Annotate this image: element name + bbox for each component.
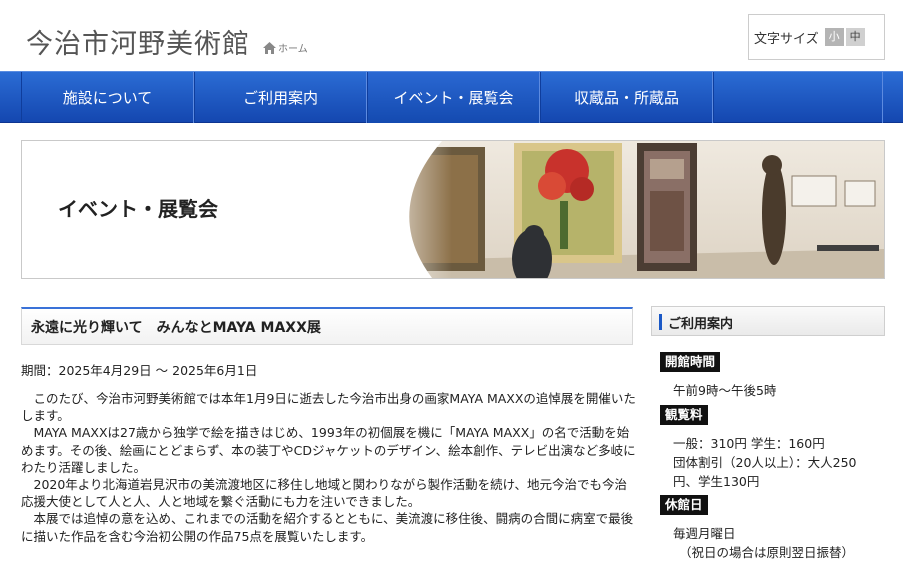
fee-badge: 観覧料: [660, 405, 708, 425]
font-size-switcher: 文字サイズ 小 中: [748, 14, 885, 60]
event-period: 期間：2025年4月29日 ～ 2025年6月1日: [21, 363, 258, 378]
sidebar-title: ご利用案内: [668, 317, 734, 332]
font-size-small-button[interactable]: 小: [824, 28, 844, 46]
nav-item-guide[interactable]: ご利用案内: [194, 72, 367, 123]
description-paragraph: 2020年より北海道岩見沢市の美流渡地区に移住し地域と関わりながら製作活動を続け…: [21, 477, 627, 510]
font-size-label: 文字サイズ: [754, 31, 819, 47]
site-header: 今治市河野美術館 ホーム 文字サイズ 小 中: [0, 0, 903, 72]
site-logo[interactable]: 今治市河野美術館: [26, 22, 250, 61]
font-size-medium-button[interactable]: 中: [845, 28, 865, 46]
nav-item-facility[interactable]: 施設について: [21, 72, 194, 123]
closed-text: （祝日の場合は原則翌日振替）: [679, 545, 855, 560]
sidebar-accent-bar: [659, 314, 662, 330]
page-title: イベント・展覧会: [58, 197, 218, 221]
nav-item-collection[interactable]: 収蔵品・所蔵品: [540, 72, 713, 123]
description-paragraph: このたび、今治市河野美術館では本年1月9日に逝去した今治市出身の画家MAYA M…: [21, 391, 636, 424]
description-paragraph: MAYA MAXXは27歳から独学で絵を描きはじめ、1993年の初個展を機に「M…: [21, 425, 636, 475]
fee-text: 円、学生130円: [673, 474, 760, 489]
description-paragraph: 本展では追悼の意を込め、これまでの活動を紹介するとともに、美流渡に移住後、闘病の…: [21, 511, 634, 544]
closed-text: 毎週月曜日: [673, 526, 736, 541]
home-icon: [263, 41, 276, 54]
global-nav: 施設について ご利用案内 イベント・展覧会 収蔵品・所蔵品: [0, 71, 903, 123]
home-link[interactable]: ホーム: [263, 40, 308, 55]
hours-badge: 開館時間: [660, 352, 721, 372]
logo-museum: 河野美術館: [110, 29, 250, 60]
home-link-label: ホーム: [278, 44, 308, 55]
page-hero-banner: イベント・展覧会: [21, 140, 885, 279]
fee-text: 団体割引（20人以上）：大人250: [673, 455, 857, 470]
closed-badge: 休館日: [660, 495, 708, 515]
nav-item-empty: [713, 72, 883, 123]
event-description: このたび、今治市河野美術館では本年1月9日に逝去した今治市出身の画家MAYA M…: [21, 390, 636, 545]
sidebar-guide: ご利用案内 開館時間 午前9時～午後5時 観覧料 一般：310円 学生：160円…: [651, 306, 885, 561]
hours-text: 午前9時～午後5時: [673, 383, 777, 398]
fee-text: 一般：310円 学生：160円: [673, 436, 825, 451]
event-heading: 永遠に光り輝いて みんなとMAYA MAXX展: [21, 307, 633, 345]
nav-item-events[interactable]: イベント・展覧会: [367, 72, 540, 123]
logo-city: 今治市: [26, 29, 110, 60]
sidebar-header: ご利用案内: [651, 306, 885, 336]
